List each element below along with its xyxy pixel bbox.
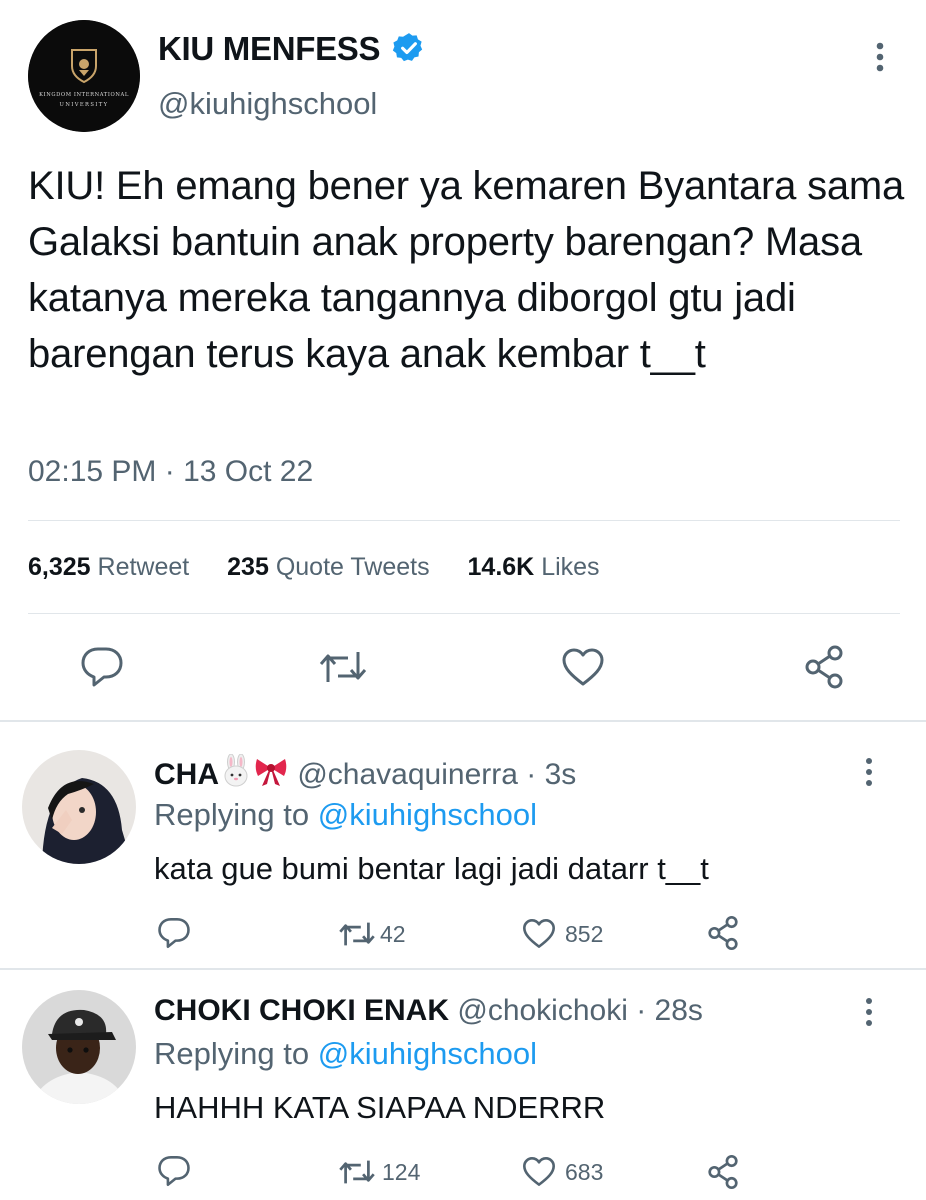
retweet-count[interactable]: 6,325 [28, 553, 91, 581]
replying-to: Replying to @kiuhighschool [154, 1036, 537, 1072]
like-icon[interactable] [522, 918, 556, 949]
more-options-icon[interactable] [868, 40, 892, 74]
more-options-icon[interactable] [862, 756, 876, 788]
retweet-icon[interactable] [338, 918, 376, 950]
divider [28, 613, 900, 614]
replying-to-mention[interactable]: @kiuhighschool [318, 797, 537, 832]
replying-to-prefix: Replying to [154, 1036, 310, 1071]
divider [0, 968, 926, 970]
reply-time[interactable]: · 3s [526, 758, 576, 791]
replying-to: Replying to @kiuhighschool [154, 797, 537, 833]
author-name[interactable]: KIU MENFESS [158, 30, 381, 68]
reply-author-handle[interactable]: @chavaquinerra [297, 758, 518, 791]
author-handle[interactable]: @kiuhighschool [158, 86, 377, 122]
reply-like-count[interactable]: 683 [565, 1159, 603, 1186]
reply-time[interactable]: · 28s [636, 994, 703, 1027]
retweet-icon[interactable] [338, 1156, 376, 1188]
reply-author-name[interactable]: CHOKI CHOKI ENAK @chokichoki · 28s [154, 994, 703, 1028]
reply-retweet-count[interactable]: 124 [382, 1159, 420, 1186]
reply-author-name-text[interactable]: CHA [154, 758, 219, 791]
share-icon[interactable] [705, 915, 741, 951]
reply-icon[interactable] [157, 1155, 191, 1187]
main-tweet-avatar[interactable]: KINGDOM INTERNATIONAL UNIVERSITY [28, 20, 140, 132]
reply-avatar[interactable] [22, 990, 136, 1104]
reply-retweet-count[interactable]: 42 [380, 921, 406, 948]
ribbon-emoji-icon [253, 754, 289, 796]
reply-icon[interactable] [157, 917, 191, 949]
reply-author-name[interactable]: CHA @chavaquinerra · 3s [154, 753, 576, 796]
divider [0, 720, 926, 722]
reply-text: kata gue bumi bentar lagi jadi datarr t_… [154, 851, 709, 886]
avatar-logo-line2: UNIVERSITY [60, 102, 109, 108]
reply-author-handle[interactable]: @chokichoki [457, 994, 628, 1027]
quote-count[interactable]: 235 [227, 553, 269, 581]
more-options-icon[interactable] [862, 996, 876, 1028]
tweet-timestamp[interactable]: 02:15 PM · 13 Oct 22 [28, 455, 313, 489]
share-icon[interactable] [802, 644, 846, 690]
reply-avatar[interactable] [22, 750, 136, 864]
replying-to-mention[interactable]: @kiuhighschool [318, 1036, 537, 1071]
tweet-text: KIU! Eh emang bener ya kemaren Byantara … [28, 164, 905, 376]
verified-badge-icon [392, 31, 426, 65]
reply-icon[interactable] [80, 646, 124, 688]
retweet-label[interactable]: Retweet [98, 553, 190, 581]
quote-label[interactable]: Quote Tweets [276, 553, 430, 581]
divider [28, 520, 900, 521]
share-icon[interactable] [705, 1154, 741, 1190]
like-icon[interactable] [522, 1156, 556, 1187]
rabbit-emoji-icon [219, 753, 253, 796]
retweet-icon[interactable] [318, 646, 368, 688]
tweet-stats: 6,325 Retweet 235 Quote Tweets 14.6K Lik… [28, 553, 600, 582]
avatar-logo-line1: KINGDOM INTERNATIONAL [39, 92, 129, 98]
like-label[interactable]: Likes [541, 553, 599, 581]
reply-text: HAHHH KATA SIAPAA NDERRR [154, 1090, 606, 1125]
like-icon[interactable] [561, 647, 605, 687]
reply-author-name-text[interactable]: CHOKI CHOKI ENAK [154, 994, 449, 1027]
reply-like-count[interactable]: 852 [565, 921, 603, 948]
like-count[interactable]: 14.6K [468, 553, 535, 581]
replying-to-prefix: Replying to [154, 797, 310, 832]
